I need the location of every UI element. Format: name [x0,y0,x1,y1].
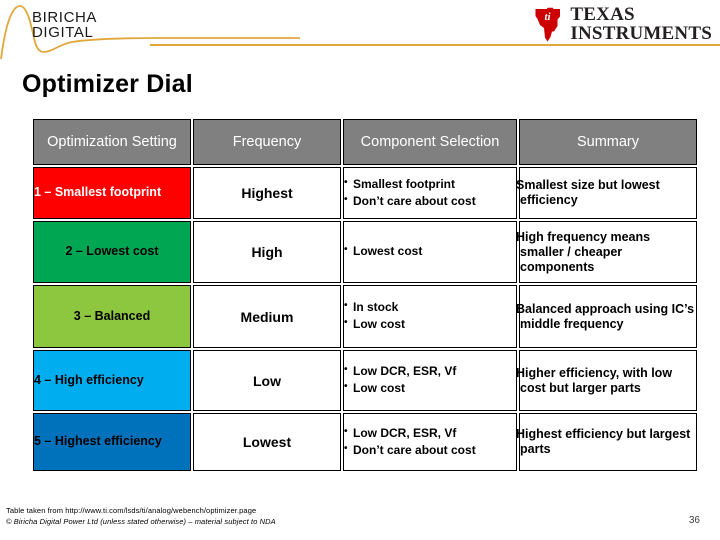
cell-component-selection: Lowest cost [343,221,517,283]
texas-state-ti-mark-icon: ti [535,7,561,42]
component-bullet-list: In stock Low cost [344,300,516,332]
page-title: Optimizer Dial [22,70,193,98]
component-bullet-list: Low DCR, ESR, Vf Low cost [344,364,516,396]
cell-optimization-setting: 3 – Balanced [33,285,191,348]
page-number: 36 [688,515,700,526]
cell-component-selection: Low DCR, ESR, Vf Don’t care about cost [343,413,517,471]
component-bullet-item: Low cost [344,381,516,396]
component-bullet-item: Lowest cost [344,244,516,259]
component-bullet-list: Low DCR, ESR, Vf Don’t care about cost [344,426,516,458]
footer-source-note: Table taken from http://www.ti.com/lsds/… [6,506,257,516]
table-row: 2 – Lowest costHighLowest costHigh frequ… [33,221,697,283]
cell-frequency: Lowest [193,413,341,471]
cell-frequency: Low [193,350,341,411]
cell-optimization-setting: 5 – Highest efficiency [33,413,191,471]
slide-header: BIRICHA DIGITAL ti TEXAS INSTRUMENTS [0,0,720,62]
svg-text:ti: ti [545,11,552,23]
table-row: 5 – Highest efficiencyLowestLow DCR, ESR… [33,413,697,471]
component-bullet-item: Don’t care about cost [344,194,516,209]
cell-frequency: Medium [193,285,341,348]
texas-instruments-logo: ti TEXAS INSTRUMENTS [531,4,712,46]
biricha-wordmark-line-1: BIRICHA [32,9,98,26]
cell-summary: Balanced approach using IC’s middle freq… [516,285,697,348]
table-row: 1 – Smallest footprintHighestSmallest fo… [33,167,697,219]
component-bullet-item: Low DCR, ESR, Vf [344,426,516,441]
column-header-summary: Summary [519,119,697,165]
table-header-row: Optimization Setting Frequency Component… [33,119,697,165]
component-bullet-list: Smallest footprint Don’t care about cost [344,177,516,209]
component-bullet-item: In stock [344,300,516,315]
optimizer-dial-table: Optimization Setting Frequency Component… [31,117,699,473]
component-bullet-item: Low cost [344,317,516,332]
table-row: 4 – High efficiencyLowLow DCR, ESR, VfLo… [33,350,697,411]
cell-summary: Smallest size but lowest efficiency [516,167,697,219]
cell-summary: High frequency means smaller / cheaper c… [516,221,697,283]
component-bullet-item: Don’t care about cost [344,443,516,458]
table-header: Optimization Setting Frequency Component… [33,119,697,165]
table-body: 1 – Smallest footprintHighestSmallest fo… [33,167,697,471]
cell-summary: Highest efficiency but largest parts [516,413,697,471]
cell-frequency: High [193,221,341,283]
column-header-frequency: Frequency [193,119,341,165]
cell-optimization-setting: 2 – Lowest cost [33,221,191,283]
ti-wordmark: TEXAS INSTRUMENTS [570,6,712,43]
cell-component-selection: Low DCR, ESR, Vf Low cost [343,350,517,411]
ti-wordmark-line-2: INSTRUMENTS [570,23,712,44]
cell-frequency: Highest [193,167,341,219]
cell-component-selection: Smallest footprint Don’t care about cost [343,167,517,219]
footer: Table taken from http://www.ti.com/lsds/… [6,506,476,528]
table-row: 3 – BalancedMediumIn stock Low costBalanc… [33,285,697,348]
component-bullet-item: Smallest footprint [344,177,516,192]
cell-optimization-setting: 1 – Smallest footprint [33,167,191,219]
footer-copyright: © Biricha Digital Power Ltd (unless stat… [6,517,276,527]
cell-summary: Higher efficiency, with low cost but lar… [516,350,697,411]
biricha-wordmark-line-2: DIGITAL [32,24,94,42]
column-header-optimization-setting: Optimization Setting [33,119,191,165]
biricha-wordmark: BIRICHA DIGITAL [32,10,97,41]
component-bullet-item: Low DCR, ESR, Vf [344,364,516,379]
header-divider-rule [150,44,720,46]
biricha-digital-logo: BIRICHA DIGITAL [0,2,300,60]
column-header-component-selection: Component Selection [343,119,517,165]
component-bullet-list: Lowest cost [344,244,516,259]
cell-optimization-setting: 4 – High efficiency [33,350,191,411]
cell-component-selection: In stock Low cost [343,285,517,348]
